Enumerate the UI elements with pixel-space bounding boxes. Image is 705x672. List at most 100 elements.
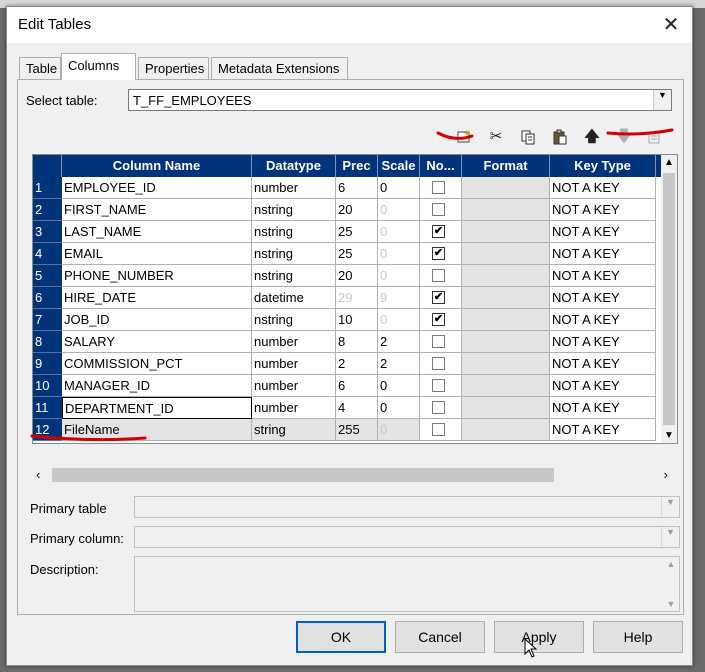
header-scale[interactable]: Scale (378, 155, 420, 177)
prec-cell[interactable]: 6 (336, 177, 378, 199)
not-null-checkbox[interactable] (432, 335, 445, 348)
not-null-checkbox[interactable] (432, 269, 445, 282)
datatype-cell[interactable]: number (252, 375, 336, 397)
key-cell[interactable]: NOT A KEY (550, 243, 656, 265)
scale-cell[interactable]: 9 (378, 287, 420, 309)
prec-cell[interactable]: 10 (336, 309, 378, 331)
scale-cell[interactable]: 2 (378, 331, 420, 353)
header-prec[interactable]: Prec (336, 155, 378, 177)
cancel-button[interactable]: Cancel (395, 621, 485, 653)
key-cell[interactable]: NOT A KEY (550, 419, 656, 441)
prec-cell[interactable]: 8 (336, 331, 378, 353)
row-number[interactable]: 3 (33, 221, 62, 243)
datatype-cell[interactable]: nstring (252, 221, 336, 243)
format-cell[interactable] (462, 353, 550, 375)
not-null-cell[interactable]: ✔ (420, 287, 462, 309)
header-not-null[interactable]: No... (420, 155, 462, 177)
scroll-left-icon[interactable]: ‹ (36, 467, 40, 482)
name-cell[interactable]: PHONE_NUMBER (62, 265, 252, 287)
copy-icon[interactable] (516, 126, 540, 148)
prec-cell[interactable]: 20 (336, 199, 378, 221)
row-number[interactable]: 8 (33, 331, 62, 353)
not-null-cell[interactable] (420, 419, 462, 441)
primary-table-dropdown[interactable]: ▼ (134, 496, 680, 518)
datatype-cell[interactable]: string (252, 419, 336, 441)
prec-cell[interactable]: 255 (336, 419, 378, 441)
datatype-cell[interactable]: number (252, 397, 336, 419)
scale-cell[interactable]: 0 (378, 309, 420, 331)
hscroll-thumb[interactable] (52, 468, 554, 482)
close-icon[interactable]: ✕ (658, 13, 684, 37)
key-cell[interactable]: NOT A KEY (550, 331, 656, 353)
table-row[interactable]: 7 JOB_ID nstring 10 0 ✔ NOT A KEY (33, 309, 663, 331)
table-row[interactable]: 8 SALARY number 8 2 NOT A KEY (33, 331, 663, 353)
not-null-cell[interactable] (420, 199, 462, 221)
not-null-cell[interactable] (420, 375, 462, 397)
name-cell[interactable]: HIRE_DATE (62, 287, 252, 309)
scale-cell[interactable]: 0 (378, 177, 420, 199)
key-cell[interactable]: NOT A KEY (550, 397, 656, 419)
name-cell[interactable]: EMAIL (62, 243, 252, 265)
scale-cell[interactable]: 0 (378, 243, 420, 265)
format-cell[interactable] (462, 397, 550, 419)
key-cell[interactable]: NOT A KEY (550, 309, 656, 331)
name-cell[interactable]: FileName (62, 419, 252, 441)
table-row[interactable]: 3 LAST_NAME nstring 25 0 ✔ NOT A KEY (33, 221, 663, 243)
table-row[interactable]: 5 PHONE_NUMBER nstring 20 0 NOT A KEY (33, 265, 663, 287)
row-number[interactable]: 7 (33, 309, 62, 331)
tab-table[interactable]: Table (19, 57, 61, 79)
scale-cell[interactable]: 0 (378, 375, 420, 397)
name-cell[interactable]: LAST_NAME (62, 221, 252, 243)
format-cell[interactable] (462, 243, 550, 265)
not-null-checkbox[interactable] (432, 357, 445, 370)
prec-cell[interactable]: 25 (336, 243, 378, 265)
prec-cell[interactable]: 29 (336, 287, 378, 309)
grid-horizontal-scrollbar[interactable]: ‹ › (32, 466, 678, 484)
scale-cell[interactable]: 2 (378, 353, 420, 375)
not-null-checkbox[interactable]: ✔ (432, 247, 445, 260)
table-row[interactable]: 1 EMPLOYEE_ID number 6 0 NOT A KEY (33, 177, 663, 199)
format-cell[interactable] (462, 177, 550, 199)
prec-cell[interactable]: 2 (336, 353, 378, 375)
paste-icon[interactable] (548, 126, 572, 148)
scale-cell[interactable]: 0 (378, 221, 420, 243)
table-row[interactable]: 10 MANAGER_ID number 6 0 NOT A KEY (33, 375, 663, 397)
tab-columns[interactable]: Columns (61, 53, 136, 80)
header-key-type[interactable]: Key Type (550, 155, 656, 177)
row-number[interactable]: 9 (33, 353, 62, 375)
ok-button[interactable]: OK (296, 621, 386, 653)
format-cell[interactable] (462, 419, 550, 441)
scroll-up-icon[interactable]: ▲ (661, 157, 677, 168)
name-cell[interactable]: EMPLOYEE_ID (62, 177, 252, 199)
not-null-checkbox[interactable] (432, 423, 445, 436)
name-cell[interactable]: SALARY (62, 331, 252, 353)
format-cell[interactable] (462, 375, 550, 397)
format-cell[interactable] (462, 331, 550, 353)
not-null-cell[interactable] (420, 265, 462, 287)
key-cell[interactable]: NOT A KEY (550, 375, 656, 397)
not-null-cell[interactable]: ✔ (420, 243, 462, 265)
scroll-down-icon[interactable]: ▼ (663, 599, 679, 609)
prec-cell[interactable]: 20 (336, 265, 378, 287)
datatype-cell[interactable]: nstring (252, 199, 336, 221)
name-cell[interactable]: MANAGER_ID (62, 375, 252, 397)
tab-metadata-extensions[interactable]: Metadata Extensions (211, 57, 348, 79)
prec-cell[interactable]: 25 (336, 221, 378, 243)
table-row[interactable]: 4 EMAIL nstring 25 0 ✔ NOT A KEY (33, 243, 663, 265)
scale-cell[interactable]: 0 (378, 397, 420, 419)
name-cell[interactable]: JOB_ID (62, 309, 252, 331)
format-cell[interactable] (462, 199, 550, 221)
move-up-icon[interactable]: 🡅 (580, 126, 604, 148)
chevron-down-icon[interactable]: ▼ (661, 497, 679, 517)
header-format[interactable]: Format (462, 155, 550, 177)
format-cell[interactable] (462, 265, 550, 287)
tab-properties[interactable]: Properties (138, 57, 209, 79)
not-null-cell[interactable]: ✔ (420, 221, 462, 243)
cut-icon[interactable]: ✂ (484, 126, 508, 148)
scale-cell[interactable]: 0 (378, 199, 420, 221)
name-cell[interactable]: FIRST_NAME (62, 199, 252, 221)
import-icon[interactable] (642, 126, 666, 148)
datatype-cell[interactable]: number (252, 331, 336, 353)
grid-vertical-scrollbar[interactable]: ▲ ▼ (661, 155, 677, 443)
select-table-dropdown[interactable]: T_FF_EMPLOYEES ▼ (128, 89, 672, 111)
